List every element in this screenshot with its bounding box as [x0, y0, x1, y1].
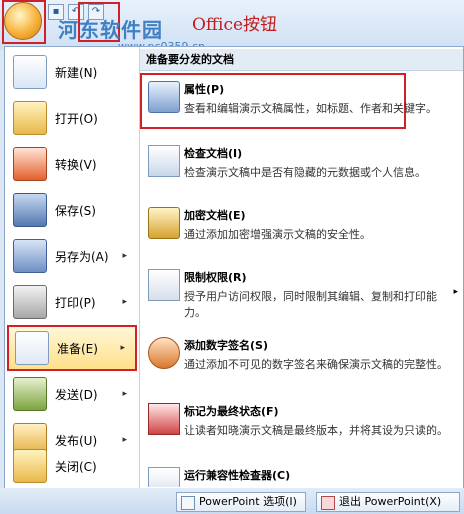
- menu-item-send[interactable]: 发送(D) ▸: [7, 371, 137, 417]
- options-label: PowerPoint 选项(I): [199, 495, 297, 508]
- menu-item-label: 关闭(C): [55, 459, 97, 474]
- menu-item-save-as[interactable]: 另存为(A) ▸: [7, 233, 137, 279]
- open-folder-icon: [13, 101, 47, 135]
- menu-item-label: 打开(O): [55, 111, 98, 126]
- office-button-highlight: [2, 0, 46, 44]
- save-disk-icon: [13, 193, 47, 227]
- powerpoint-options-button[interactable]: PowerPoint 选项(I): [176, 492, 306, 512]
- lock-icon: [148, 207, 180, 239]
- printer-icon: [13, 285, 47, 319]
- page-title: Office按钮: [192, 15, 278, 35]
- submenu-arrow-icon: ▸: [120, 343, 125, 353]
- left-menu: 新建(N) 打开(O) 转换(V) 保存(S) 另存为(A) ▸ 打印(P) ▸…: [5, 47, 140, 489]
- submenu-item-title: 检查文档(I): [184, 147, 243, 160]
- menu-item-label: 保存(S): [55, 203, 96, 218]
- exit-powerpoint-button[interactable]: 退出 PowerPoint(X): [316, 492, 460, 512]
- menu-item-label: 转换(V): [55, 157, 97, 172]
- submenu-item-desc: 通过添加加密增强演示文稿的安全性。: [184, 228, 371, 241]
- submenu-item-signature[interactable]: 添加数字签名(S) 通过添加不可见的数字签名来确保演示文稿的完整性。: [144, 333, 460, 391]
- menu-item-print[interactable]: 打印(P) ▸: [7, 279, 137, 325]
- menu-item-convert[interactable]: 转换(V): [7, 141, 137, 187]
- menu-item-label: 新建(N): [55, 65, 98, 80]
- submenu-header: 准备要分发的文档: [140, 49, 463, 71]
- submenu-item-title: 加密文档(E): [184, 209, 246, 222]
- submenu-item-title: 运行兼容性检查器(C): [184, 469, 291, 482]
- convert-icon: [13, 147, 47, 181]
- menu-item-save[interactable]: 保存(S): [7, 187, 137, 233]
- submenu-item-desc: 让读者知晓演示文稿是最终版本，并将其设为只读的。: [184, 424, 448, 437]
- menu-item-label: 准备(E): [57, 341, 98, 356]
- menu-item-close[interactable]: 关闭(C): [7, 443, 137, 489]
- watermark-text: 河东软件园: [58, 18, 163, 42]
- title-bar: ▪ ↶ ↷ 河东软件园 www.pc0359.cn Office按钮: [0, 0, 464, 53]
- submenu-item-desc: 授予用户访问权限，同时限制其编辑、复制和打印能力。: [184, 290, 437, 319]
- submenu-arrow-icon: ▸: [453, 287, 458, 297]
- submenu-item-desc: 通过添加不可见的数字签名来确保演示文稿的完整性。: [184, 358, 448, 371]
- exit-icon: [321, 496, 335, 510]
- submenu-item-title: 添加数字签名(S): [184, 339, 268, 352]
- submenu-item-title: 限制权限(R): [184, 271, 247, 284]
- submenu-arrow-icon: ▸: [122, 297, 127, 307]
- menu-item-label: 另存为(A): [55, 249, 109, 264]
- submenu-item-inspect[interactable]: 检查文档(I) 检查演示文稿中是否有隐藏的元数据或个人信息。: [144, 141, 460, 197]
- inspect-document-icon: [148, 145, 180, 177]
- menu-item-open[interactable]: 打开(O): [7, 95, 137, 141]
- options-icon: [181, 496, 195, 510]
- send-icon: [13, 377, 47, 411]
- submenu-item-compatibility[interactable]: 运行兼容性检查器(C): [144, 463, 460, 487]
- menu-item-label: 发送(D): [55, 387, 98, 402]
- mark-final-icon: [148, 403, 180, 435]
- properties-icon: [148, 81, 180, 113]
- submenu-item-encrypt[interactable]: 加密文档(E) 通过添加加密增强演示文稿的安全性。: [144, 203, 460, 255]
- submenu-arrow-icon: ▸: [122, 389, 127, 399]
- submenu-arrow-icon: ▸: [122, 251, 127, 261]
- digital-signature-icon: [148, 337, 180, 369]
- exit-label: 退出 PowerPoint(X): [339, 495, 442, 508]
- submenu-item-desc: 检查演示文稿中是否有隐藏的元数据或个人信息。: [184, 166, 426, 179]
- menu-item-prepare[interactable]: 准备(E) ▸: [7, 325, 137, 371]
- submenu-item-desc: 查看和编辑演示文稿属性，如标题、作者和关键字。: [184, 102, 437, 115]
- close-folder-icon: [13, 449, 47, 483]
- submenu-item-title: 属性(P): [184, 83, 225, 96]
- submenu-item-title: 标记为最终状态(F): [184, 405, 279, 418]
- submenu-item-mark-final[interactable]: 标记为最终状态(F) 让读者知晓演示文稿是最终版本，并将其设为只读的。: [144, 399, 460, 457]
- save-as-icon: [13, 239, 47, 273]
- prepare-submenu: 准备要分发的文档 属性(P) 查看和编辑演示文稿属性，如标题、作者和关键字。 检…: [140, 47, 463, 489]
- prepare-icon: [15, 331, 49, 365]
- menu-item-label: 打印(P): [55, 295, 96, 310]
- new-document-icon: [13, 55, 47, 89]
- compatibility-checker-icon: [148, 467, 180, 487]
- office-menu: 新建(N) 打开(O) 转换(V) 保存(S) 另存为(A) ▸ 打印(P) ▸…: [4, 46, 464, 490]
- menu-item-new[interactable]: 新建(N): [7, 49, 137, 95]
- restrict-permission-icon: [148, 269, 180, 301]
- submenu-item-properties[interactable]: 属性(P) 查看和编辑演示文稿属性，如标题、作者和关键字。: [140, 73, 460, 135]
- submenu-item-restrict[interactable]: 限制权限(R) 授予用户访问权限，同时限制其编辑、复制和打印能力。 ▸: [144, 265, 460, 325]
- bottom-bar: PowerPoint 选项(I) 退出 PowerPoint(X): [0, 488, 464, 514]
